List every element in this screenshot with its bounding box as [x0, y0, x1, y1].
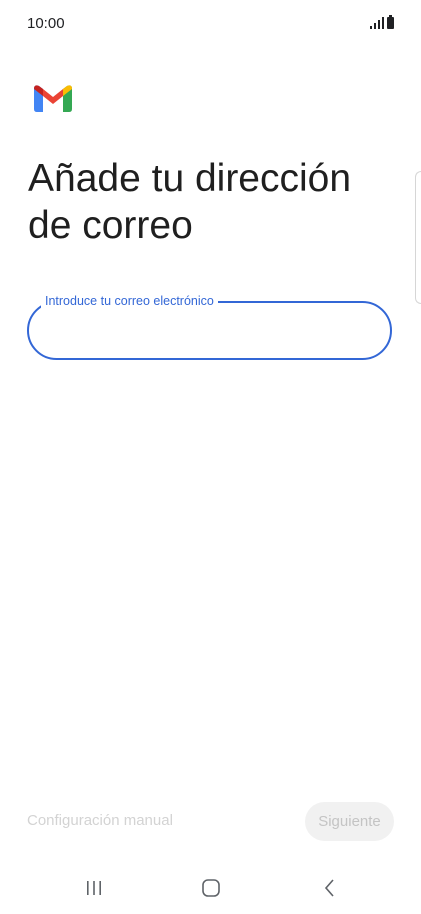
- email-input[interactable]: [47, 317, 371, 347]
- email-field-label: Introduce tu correo electrónico: [41, 293, 218, 309]
- home-icon: [202, 879, 220, 897]
- page-title: Añade tu dirección de correo: [28, 157, 352, 247]
- recents-icon: [87, 881, 101, 895]
- manual-config-button[interactable]: Configuración manual: [27, 812, 173, 829]
- battery-icon: [387, 15, 394, 29]
- scrollbar-handle[interactable]: [415, 171, 421, 304]
- back-button[interactable]: [315, 876, 345, 900]
- home-button[interactable]: [196, 876, 226, 900]
- status-icons: [370, 15, 394, 29]
- email-field[interactable]: Introduce tu correo electrónico: [27, 293, 392, 360]
- recents-button[interactable]: [79, 876, 109, 900]
- gmail-logo: [34, 85, 72, 112]
- back-icon: [324, 879, 334, 897]
- status-time: 10:00: [27, 15, 65, 32]
- signal-icon: [370, 17, 384, 29]
- navigation-bar: [0, 860, 421, 914]
- status-bar: 10:00: [0, 0, 421, 46]
- next-button[interactable]: Siguiente: [305, 802, 394, 841]
